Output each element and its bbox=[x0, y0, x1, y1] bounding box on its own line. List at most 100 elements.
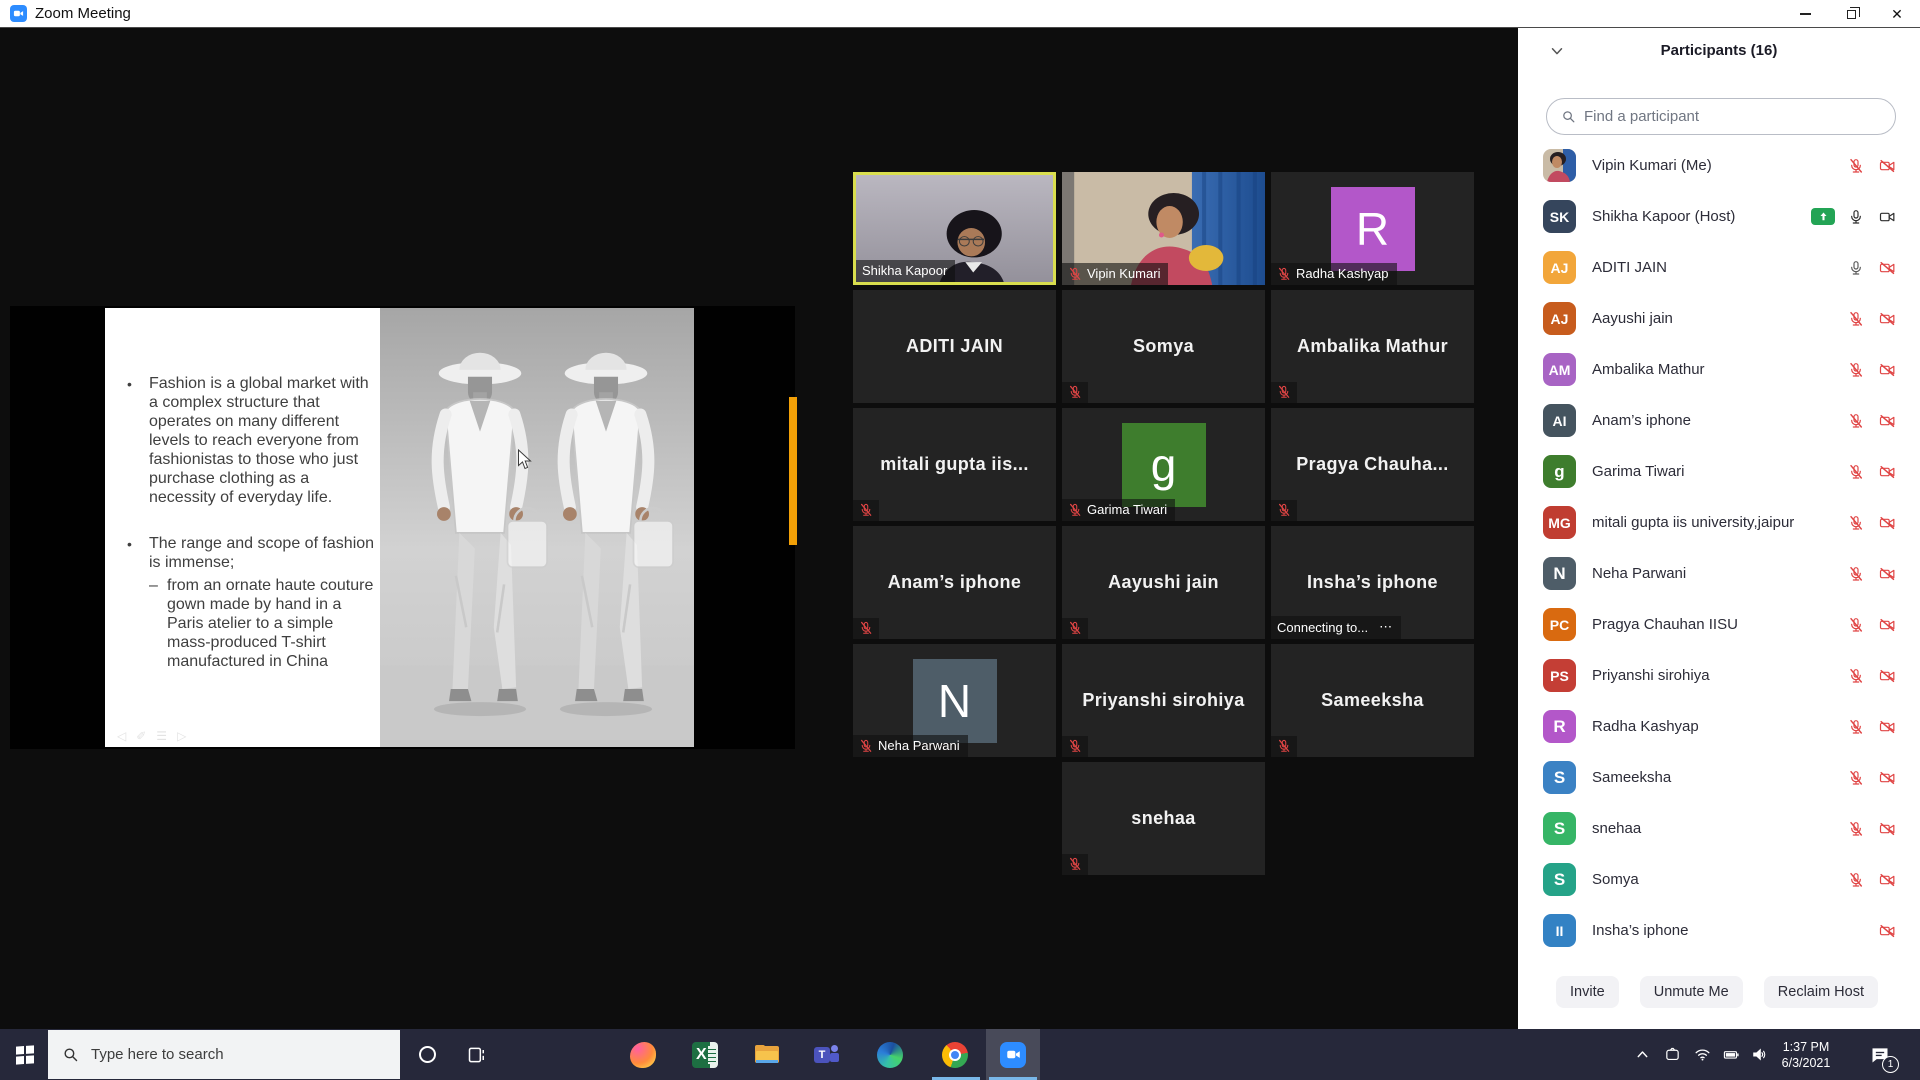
taskbar-search[interactable]: Type here to search bbox=[48, 1030, 400, 1079]
mic-off-icon bbox=[1277, 267, 1291, 281]
participant-row[interactable]: AIAnam’s iphone bbox=[1518, 395, 1920, 446]
video-tile[interactable]: Vipin Kumari bbox=[1062, 172, 1265, 285]
tile-name: mitali gupta iis... bbox=[853, 408, 1056, 521]
collapse-panel-button[interactable] bbox=[1548, 42, 1566, 60]
participant-row[interactable]: gGarima Tiwari bbox=[1518, 446, 1920, 497]
prev-slide-icon[interactable]: ◁ bbox=[117, 729, 126, 743]
tray-wifi-button[interactable] bbox=[1688, 1029, 1716, 1080]
more-options-icon[interactable]: ⋯ bbox=[1379, 619, 1393, 635]
restore-button[interactable] bbox=[1828, 0, 1874, 28]
close-button[interactable]: ✕ bbox=[1874, 0, 1920, 28]
participant-row[interactable]: Vipin Kumari (Me) bbox=[1518, 140, 1920, 191]
notification-count-badge: 1 bbox=[1882, 1056, 1899, 1073]
cortana-button[interactable] bbox=[405, 1029, 449, 1080]
slide-menu-icon[interactable]: ☰ bbox=[156, 729, 167, 743]
file-explorer-icon bbox=[754, 1042, 780, 1068]
participant-status-icons bbox=[1848, 515, 1898, 531]
participant-row[interactable]: IIInsha’s iphone bbox=[1518, 905, 1920, 956]
search-input[interactable] bbox=[1584, 108, 1881, 125]
avatar: MG bbox=[1543, 506, 1576, 539]
speaker-icon bbox=[1751, 1046, 1768, 1063]
task-view-icon bbox=[467, 1045, 487, 1065]
participant-row[interactable]: PCPragya Chauhan IISU bbox=[1518, 599, 1920, 650]
participant-row[interactable]: Ssnehaa bbox=[1518, 803, 1920, 854]
task-view-button[interactable] bbox=[455, 1029, 499, 1080]
video-tile[interactable]: gGarima Tiwari bbox=[1062, 408, 1265, 521]
video-tile[interactable]: RRadha Kashyap bbox=[1271, 172, 1474, 285]
participant-status-icons bbox=[1877, 923, 1898, 939]
video-tile[interactable]: Somya bbox=[1062, 290, 1265, 403]
chrome-taskbar-button[interactable] bbox=[933, 1029, 977, 1080]
cam-off-icon bbox=[1877, 821, 1898, 837]
participant-row[interactable]: SSameeksha bbox=[1518, 752, 1920, 803]
firefox-taskbar-button[interactable] bbox=[621, 1029, 665, 1080]
taskbar-search-placeholder: Type here to search bbox=[91, 1046, 224, 1063]
avatar: N bbox=[913, 659, 997, 743]
video-tile[interactable]: Anam’s iphone bbox=[853, 526, 1056, 639]
video-tile[interactable]: mitali gupta iis... bbox=[853, 408, 1056, 521]
mic-off-icon bbox=[1848, 158, 1864, 174]
participant-row[interactable]: AJADITI JAIN bbox=[1518, 242, 1920, 293]
avatar: AM bbox=[1543, 353, 1576, 386]
video-tile[interactable]: ADITI JAIN bbox=[853, 290, 1056, 403]
taskbar-clock[interactable]: 1:37 PM 6/3/2021 bbox=[1768, 1029, 1844, 1080]
tray-chevron-button[interactable] bbox=[1628, 1029, 1656, 1080]
video-tile[interactable]: Sameeksha bbox=[1271, 644, 1474, 757]
participant-row[interactable]: AJAayushi jain bbox=[1518, 293, 1920, 344]
reclaim-host-button[interactable]: Reclaim Host bbox=[1764, 976, 1878, 1008]
start-button[interactable] bbox=[0, 1029, 48, 1080]
tile-name-label: Radha Kashyap bbox=[1271, 263, 1397, 285]
title-bar: Zoom Meeting ✕ bbox=[0, 0, 1920, 28]
participant-search-box[interactable] bbox=[1546, 98, 1896, 135]
pen-tool-icon[interactable]: ✐ bbox=[136, 729, 146, 743]
tile-name: Anam’s iphone bbox=[853, 526, 1056, 639]
teams-taskbar-button[interactable]: T bbox=[805, 1029, 849, 1080]
action-center-button[interactable]: 1 bbox=[1858, 1029, 1902, 1080]
zoom-taskbar-button[interactable] bbox=[986, 1029, 1040, 1080]
participant-row[interactable]: R Radha Kashyap bbox=[1518, 701, 1920, 752]
video-tile[interactable]: Aayushi jain bbox=[1062, 526, 1265, 639]
window-title: Zoom Meeting bbox=[35, 5, 131, 22]
tray-meet-now-button[interactable] bbox=[1658, 1029, 1686, 1080]
video-tile[interactable]: Shikha Kapoor bbox=[853, 172, 1056, 285]
video-tile[interactable]: Pragya Chauha... bbox=[1271, 408, 1474, 521]
video-grid: Shikha Kapoor Vipin Kumari RRadha Kashyap… bbox=[853, 172, 1474, 875]
participant-row[interactable]: NNeha Parwani bbox=[1518, 548, 1920, 599]
participants-panel: Participants (16) Vipin Kumari (Me)SKShi… bbox=[1518, 28, 1920, 1029]
avatar: R bbox=[1543, 710, 1576, 743]
tile-name-label: Vipin Kumari bbox=[1062, 263, 1168, 285]
mic-off-icon bbox=[1277, 739, 1291, 753]
minimize-button[interactable] bbox=[1782, 0, 1828, 28]
video-tile[interactable]: Priyanshi sirohiya bbox=[1062, 644, 1265, 757]
participant-row[interactable]: PSPriyanshi sirohiya bbox=[1518, 650, 1920, 701]
participant-name: Pragya Chauhan IISU bbox=[1592, 616, 1848, 633]
mic-off-icon bbox=[1848, 515, 1864, 531]
participant-name: Radha Kashyap bbox=[1592, 718, 1848, 735]
unmute-me-button[interactable]: Unmute Me bbox=[1640, 976, 1743, 1008]
participant-status-icons bbox=[1848, 668, 1898, 684]
video-tile[interactable]: Ambalika Mathur bbox=[1271, 290, 1474, 403]
cam-off-icon bbox=[1877, 770, 1898, 786]
firefox-icon bbox=[630, 1042, 656, 1068]
participant-row[interactable]: SSomya bbox=[1518, 854, 1920, 905]
participant-row[interactable]: SKShikha Kapoor (Host) bbox=[1518, 191, 1920, 242]
cam-off-icon bbox=[1877, 515, 1898, 531]
participants-title: Participants (16) bbox=[1661, 42, 1778, 59]
vipin-avatar-photo bbox=[1543, 149, 1576, 182]
cam-off-icon bbox=[1877, 260, 1898, 276]
excel-taskbar-button[interactable]: X bbox=[683, 1029, 727, 1080]
video-tile[interactable]: snehaa bbox=[1062, 762, 1265, 875]
participant-row[interactable]: AMAmbalika Mathur bbox=[1518, 344, 1920, 395]
battery-icon bbox=[1723, 1046, 1740, 1063]
tile-name-label: Garima Tiwari bbox=[1062, 499, 1175, 521]
participant-row[interactable]: MGmitali gupta iis university,jaipur bbox=[1518, 497, 1920, 548]
chevron-up-icon bbox=[1634, 1046, 1651, 1063]
edge-taskbar-button[interactable] bbox=[868, 1029, 912, 1080]
tray-battery-button[interactable] bbox=[1717, 1029, 1745, 1080]
video-tile[interactable]: NNeha Parwani bbox=[853, 644, 1056, 757]
participant-name: Neha Parwani bbox=[1592, 565, 1848, 582]
invite-button[interactable]: Invite bbox=[1556, 976, 1619, 1008]
video-tile[interactable]: Insha’s iphoneConnecting to...⋯ bbox=[1271, 526, 1474, 639]
next-slide-icon[interactable]: ▷ bbox=[177, 729, 186, 743]
file-explorer-taskbar-button[interactable] bbox=[745, 1029, 789, 1080]
